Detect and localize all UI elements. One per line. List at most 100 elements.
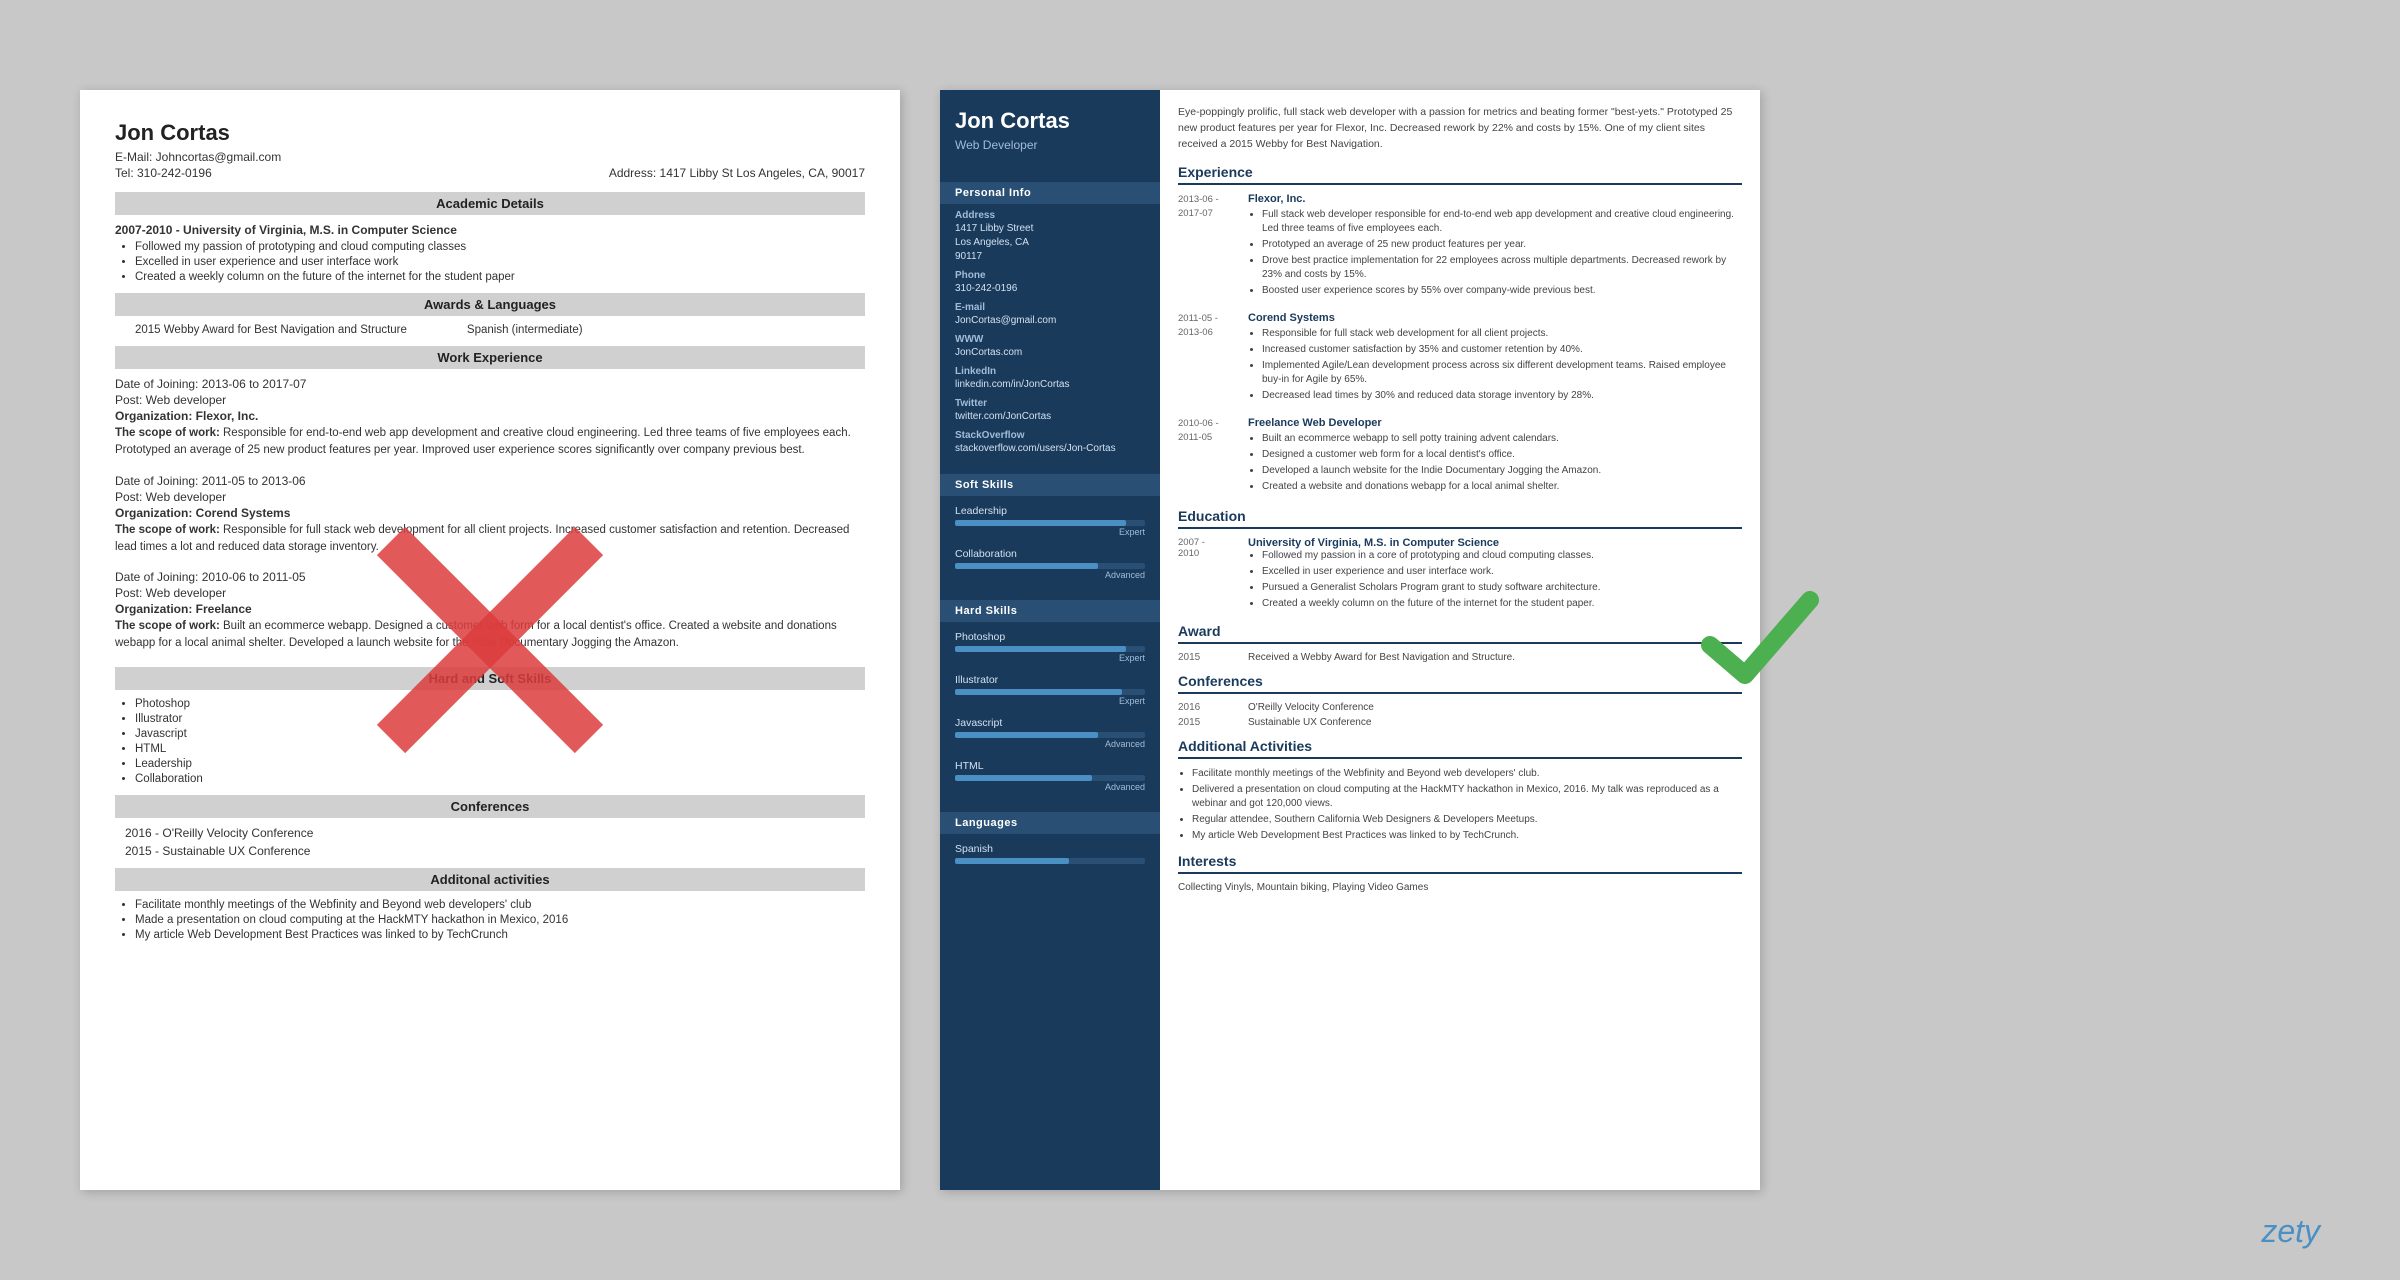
job-org-3: Organization: Freelance (115, 602, 865, 616)
conf-name-2: Sustainable UX Conference (1248, 717, 1371, 728)
exp-bullets-1: Full stack web developer responsible for… (1248, 208, 1742, 298)
activity-bullet: Regular attendee, Southern California We… (1192, 813, 1742, 827)
skill-name-spanish: Spanish (955, 843, 1145, 855)
activities-list: Facilitate monthly meetings of the Webfi… (115, 899, 865, 941)
skill-bar-bg (955, 520, 1145, 526)
skill-name-collaboration: Collaboration (955, 548, 1145, 560)
javascript-skill: Javascript Advanced (940, 714, 1160, 757)
activity-item: Made a presentation on cloud computing a… (135, 914, 865, 926)
skill-item: HTML (135, 743, 865, 755)
job-entry-1: Date of Joining: 2013-06 to 2017-07 Post… (115, 377, 865, 460)
skill-item: Collaboration (135, 773, 865, 785)
conf-item-2: 2015 - Sustainable UX Conference (115, 844, 865, 858)
academic-header: Academic Details (115, 192, 865, 215)
address-label: Address (940, 210, 1160, 222)
email-label: E-mail (940, 302, 1160, 314)
sidebar-name: Jon Cortas (955, 108, 1145, 134)
language-item: Spanish (intermediate) (467, 324, 583, 336)
skills-header: Hard and Soft Skills (115, 667, 865, 690)
photoshop-skill: Photoshop Expert (940, 628, 1160, 671)
exp-bullet: Responsible for full stack web developme… (1262, 327, 1742, 341)
bullet-item: Followed my passion of prototyping and c… (135, 241, 865, 253)
resume-sidebar: Jon Cortas Web Developer Personal Info A… (940, 90, 1160, 1190)
edu-degree: University of Virginia, M.S. in Computer… (1248, 537, 1601, 549)
awards-header: Awards & Languages (115, 293, 865, 316)
activity-item: Facilitate monthly meetings of the Webfi… (135, 899, 865, 911)
skill-bar-fill-collab (955, 563, 1098, 569)
skill-name-leadership: Leadership (955, 505, 1145, 517)
exp-bullet: Increased customer satisfaction by 35% a… (1262, 343, 1742, 357)
stackoverflow-value: stackoverflow.com/users/Jon-Cortas (940, 442, 1160, 462)
skill-label-leadership: Expert (955, 527, 1145, 537)
academic-bullets: Followed my passion of prototyping and c… (115, 241, 865, 283)
job-scope-2: The scope of work: Responsible for full … (115, 522, 865, 557)
languages-section: Languages Spanish (940, 806, 1160, 878)
exp-bullet: Built an ecommerce webapp to sell potty … (1262, 432, 1742, 446)
job-entry-2: Date of Joining: 2011-05 to 2013-06 Post… (115, 474, 865, 557)
conf-entry-2: 2015 Sustainable UX Conference (1178, 717, 1742, 728)
phone-label: Phone (940, 270, 1160, 282)
stackoverflow-label: StackOverflow (940, 430, 1160, 442)
edu-details: University of Virginia, M.S. in Computer… (1248, 537, 1601, 613)
job-joining-3: Date of Joining: 2010-06 to 2011-05 (115, 570, 865, 584)
skill-bar-bg-collab (955, 563, 1145, 569)
skill-item: Javascript (135, 728, 865, 740)
exp-bullet: Created a website and donations webapp f… (1262, 480, 1742, 494)
exp-dates-2: 2011-05 -2013-06 (1178, 312, 1238, 405)
skill-item: Leadership (135, 758, 865, 770)
exp-bullet: Implemented Agile/Lean development proce… (1262, 359, 1742, 387)
exp-bullet: Decreased lead times by 30% and reduced … (1262, 389, 1742, 403)
job-post-3: Post: Web developer (115, 586, 865, 600)
skills-list: Photoshop Illustrator Javascript HTML Le… (115, 698, 865, 785)
languages-title: Languages (940, 812, 1160, 834)
edu-bullet: Excelled in user experience and user int… (1262, 565, 1601, 579)
resume-right-layout: Jon Cortas Web Developer Personal Info A… (940, 90, 1760, 1190)
left-email: E-Mail: Johncortas@gmail.com (115, 150, 865, 164)
exp-details-1: Flexor, Inc. Full stack web developer re… (1248, 193, 1742, 300)
soft-skills-title: Soft Skills (940, 474, 1160, 496)
experience-title: Experience (1178, 164, 1742, 185)
spanish-skill: Spanish (940, 840, 1160, 872)
interests-text: Collecting Vinyls, Mountain biking, Play… (1178, 882, 1742, 893)
bullet-item: Created a weekly column on the future of… (135, 271, 865, 283)
activities-header: Additonal activities (115, 868, 865, 891)
skill-item: Illustrator (135, 713, 865, 725)
interests-title: Interests (1178, 853, 1742, 874)
exp-company-3: Freelance Web Developer (1248, 417, 1742, 429)
award-year: 2015 (1178, 652, 1238, 663)
education-title: Education (1178, 508, 1742, 529)
sidebar-header: Jon Cortas Web Developer (940, 90, 1160, 176)
exp-bullet: Full stack web developer responsible for… (1262, 208, 1742, 236)
conf-name-1: O'Reilly Velocity Conference (1248, 702, 1374, 713)
exp-job-1: 2013-06 -2017-07 Flexor, Inc. Full stack… (1178, 193, 1742, 300)
exp-job-3: 2010-06 -2011-05 Freelance Web Developer… (1178, 417, 1742, 496)
job-post-1: Post: Web developer (115, 393, 865, 407)
skill-label-javascript: Advanced (955, 739, 1145, 749)
activity-bullet: My article Web Development Best Practice… (1192, 829, 1742, 843)
conf-item-1: 2016 - O'Reilly Velocity Conference (115, 826, 865, 840)
email-value: JonCortas@gmail.com (940, 314, 1160, 334)
skill-bar-fill (955, 520, 1126, 526)
exp-bullet: Drove best practice implementation for 2… (1262, 254, 1742, 282)
edu-bullet: Created a weekly column on the future of… (1262, 597, 1601, 611)
left-tel: Tel: 310-242-0196 (115, 166, 212, 180)
exp-bullets-2: Responsible for full stack web developme… (1248, 327, 1742, 403)
page-container: Jon Cortas E-Mail: Johncortas@gmail.com … (0, 30, 2400, 1250)
hard-skills-section: Hard Skills Photoshop Expert Illustrator (940, 594, 1160, 806)
work-header: Work Experience (115, 346, 865, 369)
exp-company-2: Corend Systems (1248, 312, 1742, 324)
job-org-2: Organization: Corend Systems (115, 506, 865, 520)
twitter-label: Twitter (940, 398, 1160, 410)
exp-job-2: 2011-05 -2013-06 Corend Systems Responsi… (1178, 312, 1742, 405)
conf-header: Conferences (115, 795, 865, 818)
sidebar-title: Web Developer (955, 138, 1145, 152)
job-org-1: Organization: Flexor, Inc. (115, 409, 865, 423)
job-post-2: Post: Web developer (115, 490, 865, 504)
conf-entry-1: 2016 O'Reilly Velocity Conference (1178, 702, 1742, 713)
exp-bullet: Boosted user experience scores by 55% ov… (1262, 284, 1742, 298)
www-label: WWW (940, 334, 1160, 346)
conf-year-1: 2016 (1178, 702, 1238, 713)
twitter-value: twitter.com/JonCortas (940, 410, 1160, 430)
job-entry-3: Date of Joining: 2010-06 to 2011-05 Post… (115, 570, 865, 653)
www-value: JonCortas.com (940, 346, 1160, 366)
